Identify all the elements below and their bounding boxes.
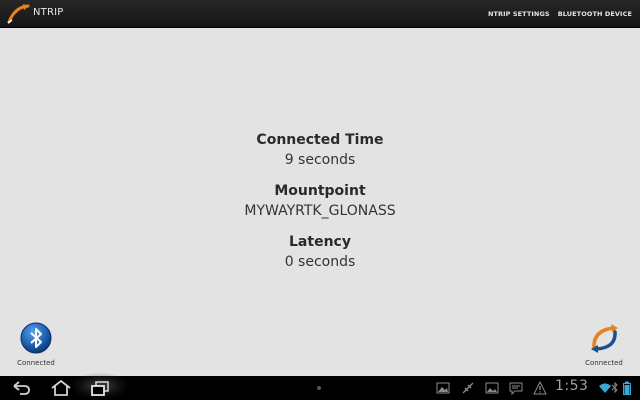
latency-label: Latency xyxy=(289,234,351,250)
connection-info: Connected Time 9 seconds Mountpoint MYWA… xyxy=(0,130,640,283)
mountpoint-label: Mountpoint xyxy=(274,183,366,199)
recent-apps-icon[interactable] xyxy=(87,378,113,398)
bluetooth-icon xyxy=(20,322,52,354)
connected-time-label: Connected Time xyxy=(256,132,384,148)
menu-bluetooth-device[interactable]: BLUETOOTH DEVICE xyxy=(554,10,636,18)
image-icon[interactable] xyxy=(485,381,499,395)
bluetooth-status-label: Connected xyxy=(17,359,55,367)
usb-debug-icon[interactable] xyxy=(461,381,475,395)
connected-time-value: 9 seconds xyxy=(284,152,356,168)
ntrip-status[interactable]: Connected xyxy=(582,322,626,367)
action-menu: NTRIP SETTINGS BLUETOOTH DEVICE xyxy=(484,0,636,28)
clock[interactable]: 1:53 xyxy=(555,378,588,394)
ntrip-status-label: Connected xyxy=(585,359,623,367)
ntrip-connection-icon xyxy=(591,324,618,353)
home-icon[interactable] xyxy=(48,378,74,398)
wifi-icon xyxy=(599,383,611,393)
battery-icon xyxy=(623,381,631,395)
bluetooth-status[interactable]: Connected xyxy=(14,322,58,367)
app-title: NTRIP xyxy=(33,7,64,18)
menu-ntrip-settings[interactable]: NTRIP SETTINGS xyxy=(484,10,554,18)
action-bar: NTRIP NTRIP SETTINGS BLUETOOTH DEVICE xyxy=(0,0,640,28)
menu-dot xyxy=(317,386,321,390)
gallery-icon[interactable] xyxy=(436,381,450,395)
latency-value: 0 seconds xyxy=(284,254,356,270)
bluetooth-status-icon xyxy=(611,381,618,394)
message-icon[interactable] xyxy=(509,381,523,395)
warning-icon[interactable] xyxy=(533,381,547,395)
system-bar: 1:53 xyxy=(0,372,640,400)
mountpoint-value: MYWAYRTK_GLONASS xyxy=(244,203,396,219)
ntrip-logo-icon[interactable] xyxy=(6,3,32,25)
back-icon[interactable] xyxy=(8,378,34,398)
